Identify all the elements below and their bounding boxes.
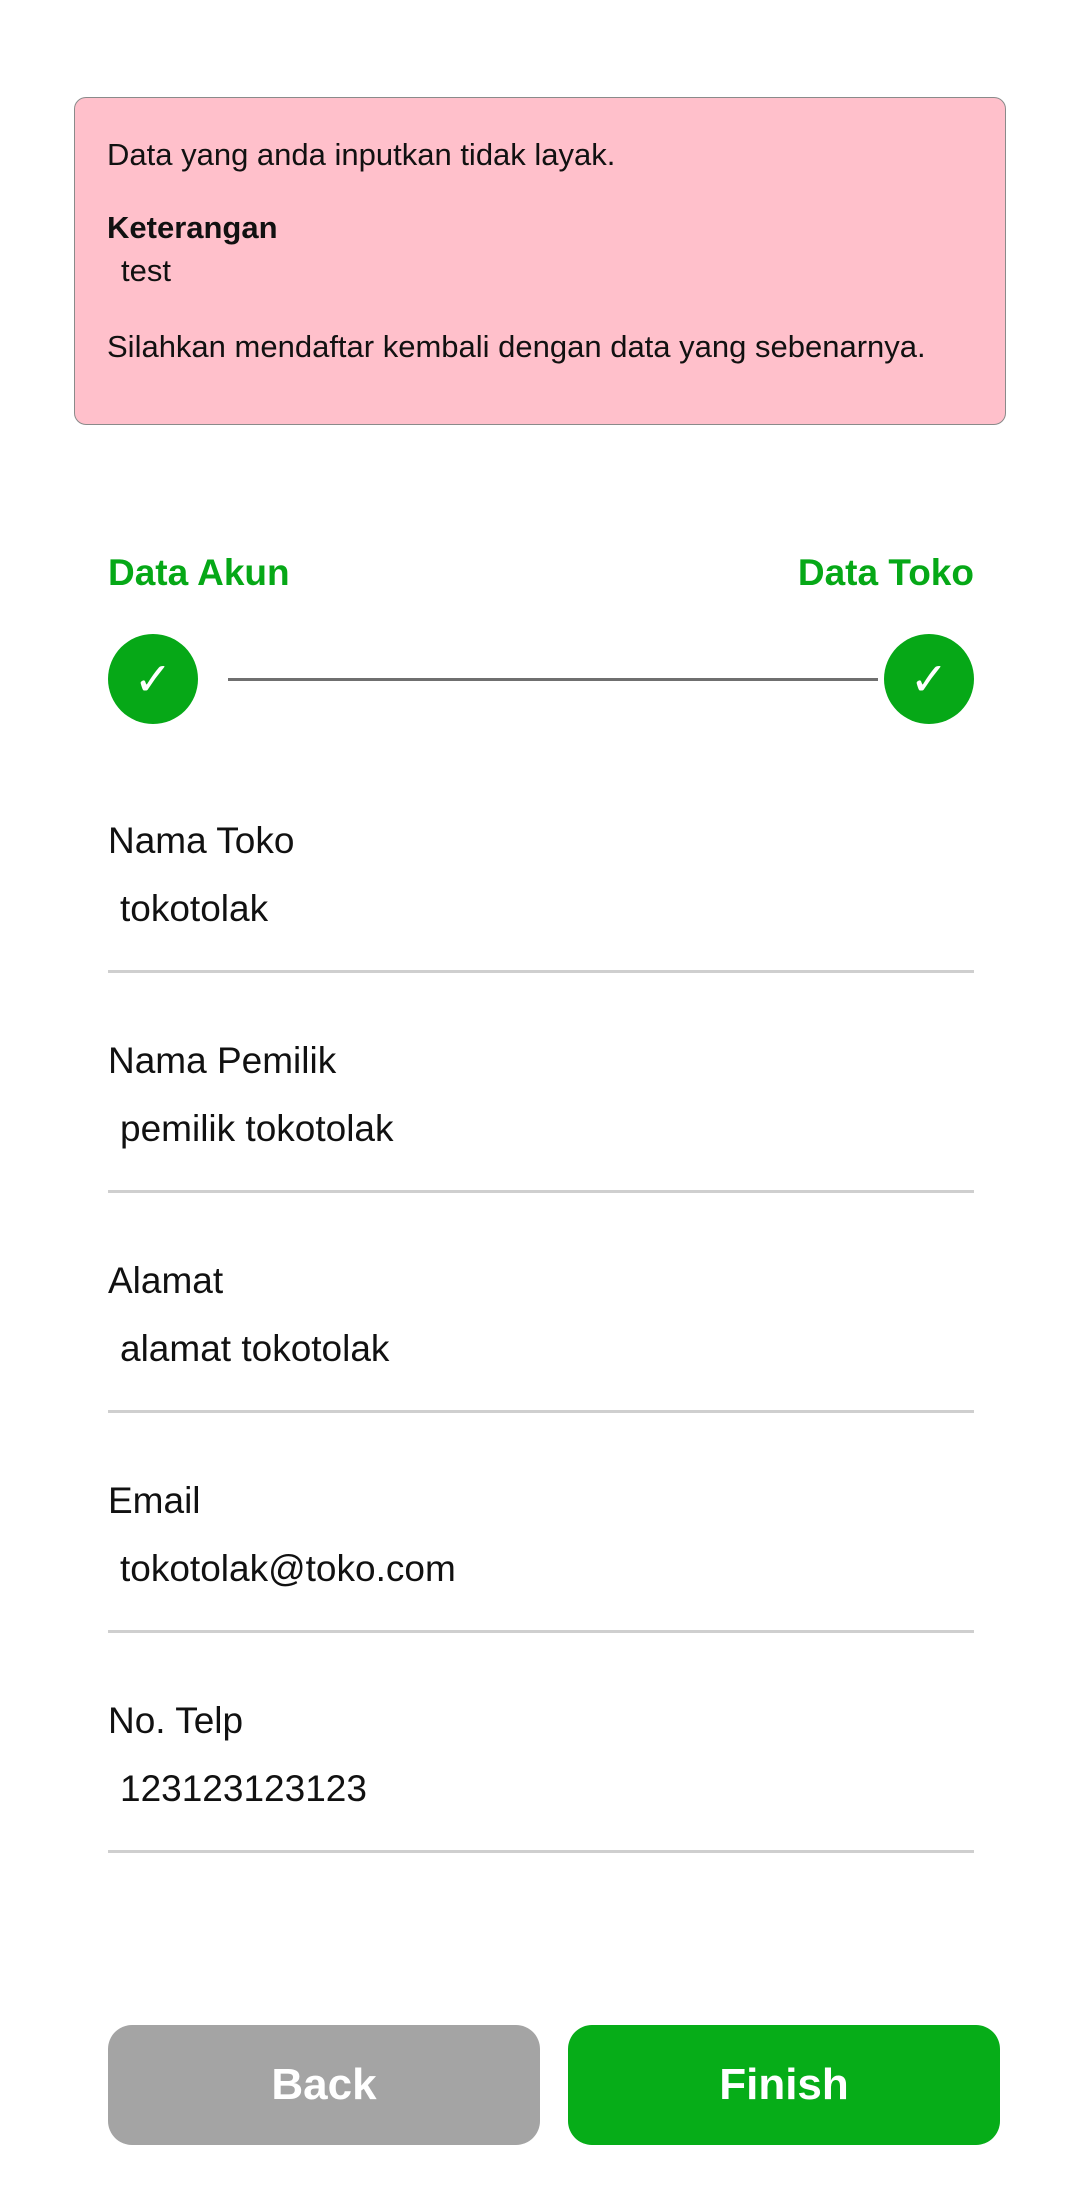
check-icon: ✓: [909, 652, 949, 706]
field-label: Email: [108, 1480, 201, 1521]
field-label: No. Telp: [108, 1700, 244, 1741]
alert-footer: Silahkan mendaftar kembali dengan data y…: [107, 328, 926, 364]
error-alert: Data yang anda inputkan tidak layak. Ket…: [74, 97, 1006, 425]
alert-message: Data yang anda inputkan tidak layak.: [107, 137, 616, 172]
nama-toko-input[interactable]: [108, 888, 974, 930]
alamat-input[interactable]: [108, 1328, 974, 1370]
field-alamat: Alamat: [108, 1260, 974, 1413]
stepper-labels: Data Akun Data Toko: [108, 552, 974, 594]
nama-pemilik-input[interactable]: [108, 1108, 974, 1150]
stepper-connector: [228, 678, 878, 681]
phone-input[interactable]: [108, 1768, 974, 1810]
step-label-data-akun: Data Akun: [108, 552, 290, 593]
field-nama-pemilik: Nama Pemilik: [108, 1040, 974, 1193]
step-indicator-data-akun: ✓: [108, 634, 198, 724]
field-nama-toko: Nama Toko: [108, 820, 974, 973]
email-input[interactable]: [108, 1548, 974, 1590]
field-label: Nama Toko: [108, 820, 295, 861]
back-button[interactable]: Back: [108, 2025, 540, 2145]
finish-button[interactable]: Finish: [568, 2025, 1000, 2145]
field-label: Alamat: [108, 1260, 224, 1301]
check-icon: ✓: [133, 652, 173, 706]
alert-heading: Keterangan: [107, 210, 278, 246]
step-label-data-toko: Data Toko: [797, 552, 974, 593]
step-indicator-data-toko: ✓: [884, 634, 974, 724]
field-no-telp: No. Telp: [108, 1700, 974, 1853]
field-label: Nama Pemilik: [108, 1040, 337, 1081]
alert-note: test: [121, 253, 171, 289]
field-email: Email: [108, 1480, 974, 1633]
stepper: ✓ ✓: [108, 634, 974, 724]
